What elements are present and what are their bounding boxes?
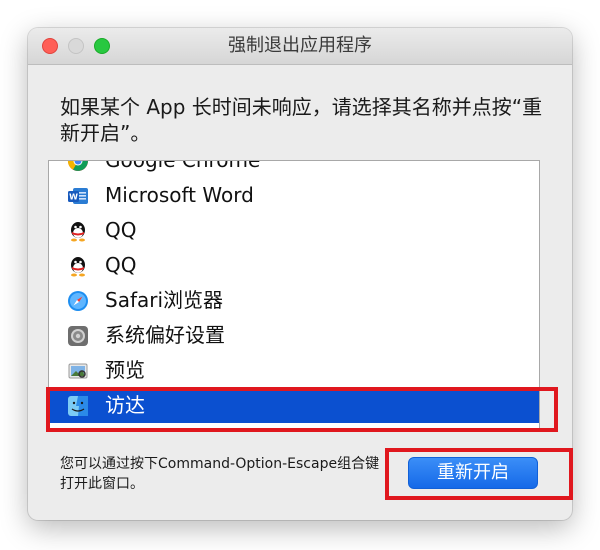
- app-name: 访达: [105, 393, 145, 417]
- chrome-icon: [67, 161, 89, 172]
- app-name: 预览: [105, 358, 145, 382]
- app-name: 系统偏好设置: [105, 323, 225, 347]
- app-list-item-finder[interactable]: 访达: [49, 388, 539, 423]
- app-name: QQ: [105, 253, 137, 277]
- app-list-item-qq[interactable]: QQ: [49, 248, 539, 283]
- app-list-item-system-preferences[interactable]: 系统偏好设置: [49, 318, 539, 353]
- app-list-item-microsoft-word[interactable]: W Microsoft Word: [49, 178, 539, 213]
- window-title: 强制退出应用程序: [228, 35, 372, 56]
- preview-icon: [67, 360, 89, 382]
- app-list[interactable]: Google Chrome W Microsoft Word QQ QQ Saf…: [48, 160, 540, 430]
- app-name: Safari浏览器: [105, 288, 224, 312]
- qq-icon: [67, 220, 89, 242]
- force-quit-window: 强制退出应用程序 如果某个 App 长时间未响应，请选择其名称并点按“重新开启”…: [28, 28, 572, 520]
- svg-text:W: W: [69, 193, 78, 202]
- word-icon: W: [67, 185, 89, 207]
- instruction-text: 如果某个 App 长时间未响应，请选择其名称并点按“重新开启”。: [60, 95, 543, 145]
- app-list-item-qq[interactable]: QQ: [49, 213, 539, 248]
- system-preferences-icon: [67, 325, 89, 347]
- title-bar: 强制退出应用程序: [28, 28, 572, 65]
- app-name: Microsoft Word: [105, 183, 254, 207]
- qq-icon: [67, 255, 89, 277]
- relaunch-button[interactable]: 重新开启: [408, 457, 538, 489]
- app-list-item-preview[interactable]: 预览: [49, 353, 539, 388]
- app-list-item-safari[interactable]: Safari浏览器: [49, 283, 539, 318]
- shortcut-hint: 您可以通过按下Command-Option-Escape组合键打开此窗口。: [60, 456, 380, 492]
- app-name: Google Chrome: [105, 160, 261, 172]
- safari-icon: [67, 290, 89, 312]
- app-list-item-google-chrome[interactable]: Google Chrome: [49, 160, 539, 178]
- app-name: QQ: [105, 218, 137, 242]
- finder-icon: [67, 395, 89, 417]
